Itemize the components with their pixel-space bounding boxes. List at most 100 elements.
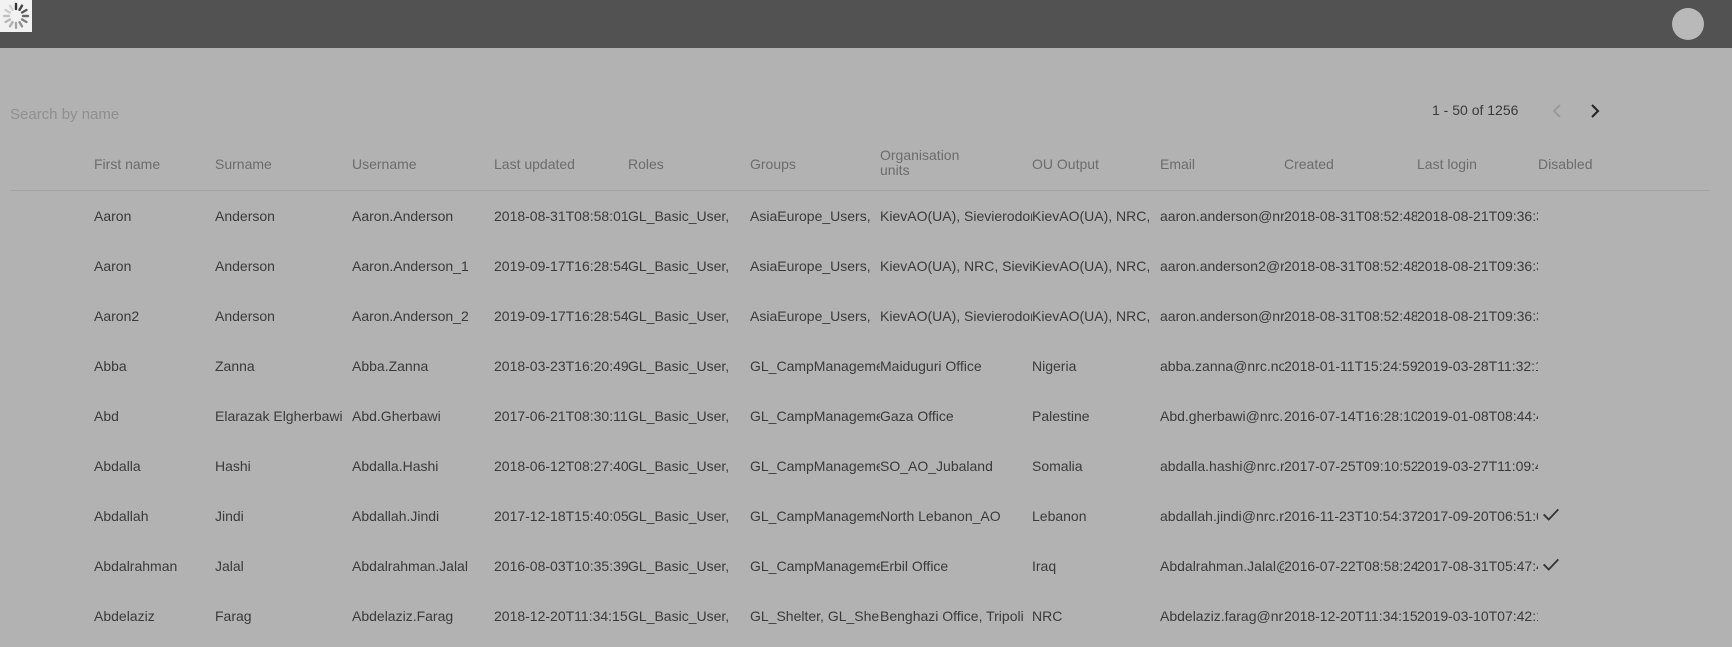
cell-first: Abdalla	[94, 458, 141, 474]
cell-email: aaron.anderson@nr	[1160, 308, 1284, 324]
chevron-right-icon	[1591, 104, 1600, 118]
loading-spinner-icon	[0, 0, 32, 32]
cell-orgunits: Maiduguri Office	[880, 358, 982, 374]
column-header-email[interactable]: Email	[1160, 156, 1195, 172]
column-header-disabled[interactable]: Disabled	[1538, 156, 1592, 172]
cell-roles: GL_Basic_User,	[628, 458, 730, 474]
cell-lastlogin: 2018-08-21T09:36:3	[1417, 208, 1538, 224]
cell-ou-output: KievAO(UA), NRC,	[1032, 208, 1151, 224]
cell-created: 2018-01-11T15:24:59	[1284, 358, 1417, 374]
disabled-check-icon	[1540, 503, 1562, 528]
cell-updated: 2017-06-21T08:30:11	[494, 408, 628, 424]
cell-email: Abd.gherbawi@nrc.	[1160, 408, 1284, 424]
cell-first: Aaron2	[94, 308, 140, 324]
cell-created: 2018-08-31T08:52:48	[1284, 308, 1417, 324]
cell-roles: GL_Basic_User,	[628, 558, 730, 574]
cell-email: Abdalrahman.Jalal@	[1160, 558, 1284, 574]
previous-page-button[interactable]	[1545, 99, 1569, 123]
pagination-range: 1 - 50 of 1256	[1432, 102, 1519, 118]
table-row[interactable]: Abdelaziz Farag Abdelaziz.Farag 2018-12-20T…	[10, 591, 1710, 641]
table-row[interactable]: Aaron Anderson Aaron.Anderson_1 2019-09-17T…	[10, 241, 1710, 291]
cell-username: Abdallah.Jindi	[352, 508, 440, 524]
column-header-ou-output[interactable]: OU Output	[1032, 156, 1099, 172]
cell-first: Abdalrahman	[94, 558, 178, 574]
cell-groups: AsiaEurope_Users,	[750, 258, 871, 274]
cell-email: abdalla.hashi@nrc.r	[1160, 458, 1284, 474]
cell-surname: Zanna	[215, 358, 255, 374]
cell-updated: 2018-12-20T11:34:15	[494, 608, 628, 624]
cell-surname: Anderson	[215, 308, 275, 324]
cell-first: Abdelaziz	[94, 608, 155, 624]
cell-email: aaron.anderson2@r	[1160, 258, 1284, 274]
cell-orgunits: Gaza Office	[880, 408, 954, 424]
cell-groups: GL_CampManageme	[750, 358, 880, 374]
cell-ou-output: Palestine	[1032, 408, 1090, 424]
table-row[interactable]: Abba Zanna Abba.Zanna 2018-03-23T16:20:49 GL…	[10, 341, 1710, 391]
cell-groups: GL_CampManageme	[750, 558, 880, 574]
cell-ou-output: KievAO(UA), NRC,	[1032, 258, 1151, 274]
cell-username: Aaron.Anderson_1	[352, 258, 469, 274]
cell-updated: 2019-09-17T16:28:54	[494, 258, 628, 274]
cell-groups: AsiaEurope_Users,	[750, 208, 871, 224]
cell-created: 2018-12-20T11:34:15	[1284, 608, 1417, 624]
cell-ou-output: Lebanon	[1032, 508, 1087, 524]
table-row[interactable]: Abdallah Jindi Abdallah.Jindi 2017-12-18T15…	[10, 491, 1710, 541]
column-header-groups[interactable]: Groups	[750, 156, 796, 172]
cell-first: Abd	[94, 408, 119, 424]
table-row[interactable]: Abdalla Hashi Abdalla.Hashi 2018-06-12T08:2…	[10, 441, 1710, 491]
next-page-button[interactable]	[1583, 99, 1607, 123]
cell-created: 2017-07-25T09:10:52	[1284, 458, 1417, 474]
cell-surname: Farag	[215, 608, 252, 624]
cell-created: 2018-08-31T08:52:48	[1284, 258, 1417, 274]
chevron-left-icon	[1552, 104, 1561, 118]
column-header-surname[interactable]: Surname	[215, 156, 272, 172]
column-header-created[interactable]: Created	[1284, 156, 1334, 172]
cell-groups: GL_Shelter, GL_Shelte	[750, 608, 880, 624]
cell-roles: GL_Basic_User,	[628, 608, 730, 624]
column-header-username[interactable]: Username	[352, 156, 417, 172]
cell-surname: Jindi	[215, 508, 244, 524]
cell-lastlogin: 2017-08-31T05:47:4	[1417, 558, 1538, 574]
cell-created: 2016-11-23T10:54:37	[1284, 508, 1417, 524]
cell-ou-output: NRC	[1032, 608, 1063, 624]
cell-roles: GL_Basic_User,	[628, 308, 730, 324]
cell-groups: GL_CampManageme	[750, 458, 880, 474]
table-row[interactable]: Abdalrahman Jalal Abdalrahman.Jalal 2016-08…	[10, 541, 1710, 591]
cell-orgunits: North Lebanon_AO	[880, 508, 1001, 524]
cell-updated: 2016-08-03T10:35:39	[494, 558, 628, 574]
cell-username: Aaron.Anderson	[352, 208, 454, 224]
column-header-last-login[interactable]: Last login	[1417, 156, 1477, 172]
table-row[interactable]: Aaron Anderson Aaron.Anderson 2018-08-31T08…	[10, 191, 1710, 241]
cell-username: Abba.Zanna	[352, 358, 429, 374]
cell-updated: 2018-03-23T16:20:49	[494, 358, 628, 374]
column-header-organisation-units[interactable]: Organisation units	[880, 148, 970, 178]
cell-lastlogin: 2019-01-08T08:44:4	[1417, 408, 1538, 424]
column-header-roles[interactable]: Roles	[628, 156, 664, 172]
cell-lastlogin: 2017-09-20T06:51:0	[1417, 508, 1538, 524]
cell-surname: Anderson	[215, 208, 275, 224]
cell-username: Abd.Gherbawi	[352, 408, 441, 424]
cell-orgunits: KievAO(UA), NRC, Sievie	[880, 258, 1032, 274]
table-row[interactable]: Aaron2 Anderson Aaron.Anderson_2 2019-09-17…	[10, 291, 1710, 341]
cell-roles: GL_Basic_User,	[628, 408, 730, 424]
cell-orgunits: SO_AO_Jubaland	[880, 458, 993, 474]
column-header-first-name[interactable]: First name	[94, 156, 160, 172]
column-header-last-updated[interactable]: Last updated	[494, 156, 575, 172]
cell-surname: Elarazak Elgherbawi	[215, 408, 343, 424]
cell-surname: Jalal	[215, 558, 244, 574]
cell-email: Abdelaziz.farag@nr	[1160, 608, 1284, 624]
cell-groups: GL_CampManageme	[750, 408, 880, 424]
cell-orgunits: KievAO(UA), Sievierodon	[880, 308, 1032, 324]
cell-roles: GL_Basic_User,	[628, 208, 730, 224]
disabled-check-icon	[1540, 553, 1562, 578]
user-avatar[interactable]	[1672, 8, 1704, 40]
cell-username: Aaron.Anderson_2	[352, 308, 469, 324]
cell-ou-output: KievAO(UA), NRC,	[1032, 308, 1151, 324]
cell-lastlogin: 2019-03-28T11:32:1	[1417, 358, 1538, 374]
cell-roles: GL_Basic_User,	[628, 508, 730, 524]
table-row[interactable]: Abd Elarazak Elgherbawi Abd.Gherbawi 2017-0…	[10, 391, 1710, 441]
search-input[interactable]	[10, 102, 310, 126]
cell-lastlogin: 2018-08-21T09:36:3	[1417, 258, 1538, 274]
cell-lastlogin: 2019-03-27T11:09:4	[1417, 458, 1538, 474]
cell-email: abdallah.jindi@nrc.r	[1160, 508, 1284, 524]
